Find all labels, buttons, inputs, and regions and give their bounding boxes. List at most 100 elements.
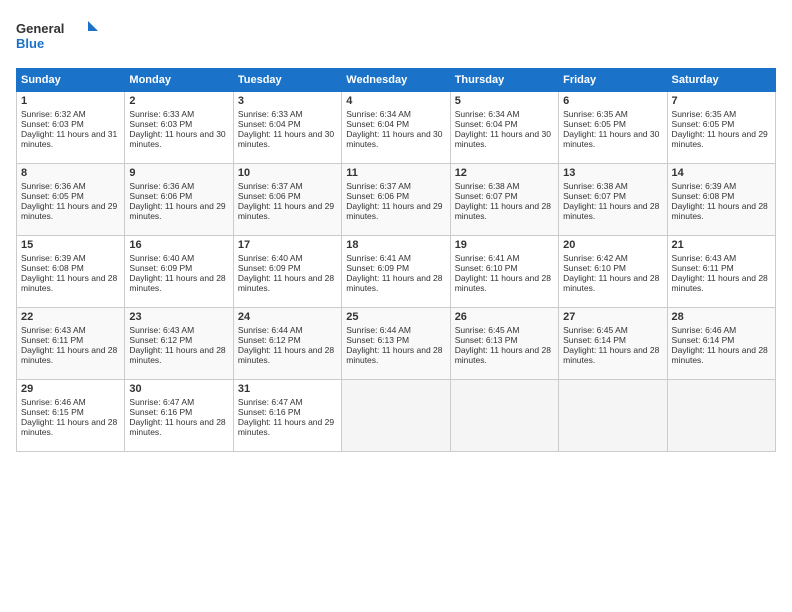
day-cell xyxy=(559,380,667,452)
sunset-text: Sunset: 6:06 PM xyxy=(346,191,409,201)
daylight-label: Daylight: 11 hours and 28 minutes. xyxy=(129,417,225,437)
day-cell: 30 Sunrise: 6:47 AMSunset: 6:16 PMDayligh… xyxy=(125,380,233,452)
day-cell: 9Sunrise: 6:36 AMSunset: 6:06 PMDaylight… xyxy=(125,164,233,236)
day-number: 30 xyxy=(129,383,228,395)
sunrise-text: Sunrise: 6:34 AM xyxy=(455,109,520,119)
svg-text:General: General xyxy=(16,21,64,36)
daylight-label: Daylight: 11 hours and 28 minutes. xyxy=(238,273,334,293)
daylight-label: Daylight: 11 hours and 30 minutes. xyxy=(129,129,225,149)
sunrise-text: Sunrise: 6:47 AM xyxy=(129,397,194,407)
day-cell: 8Sunrise: 6:36 AMSunset: 6:05 PMDaylight… xyxy=(17,164,125,236)
day-number: 25 xyxy=(346,311,445,323)
daylight-label: Daylight: 11 hours and 30 minutes. xyxy=(346,129,442,149)
sunrise-text: Sunrise: 6:46 AM xyxy=(21,397,86,407)
daylight-label: Daylight: 11 hours and 29 minutes. xyxy=(129,201,225,221)
day-cell: 17Sunrise: 6:40 AMSunset: 6:09 PMDayligh… xyxy=(233,236,341,308)
col-header-sunday: Sunday xyxy=(17,69,125,92)
sunrise-text: Sunrise: 6:45 AM xyxy=(455,325,520,335)
day-number: 12 xyxy=(455,167,554,179)
sunset-text: Sunset: 6:05 PM xyxy=(672,119,735,129)
sunset-text: Sunset: 6:06 PM xyxy=(238,191,301,201)
day-cell: 3Sunrise: 6:33 AMSunset: 6:04 PMDaylight… xyxy=(233,92,341,164)
sunrise-text: Sunrise: 6:39 AM xyxy=(672,181,737,191)
sunset-text: Sunset: 6:13 PM xyxy=(455,335,518,345)
daylight-label: Daylight: 11 hours and 28 minutes. xyxy=(563,345,659,365)
sunrise-text: Sunrise: 6:35 AM xyxy=(563,109,628,119)
sunset-text: Sunset: 6:10 PM xyxy=(563,263,626,273)
day-cell: 12Sunrise: 6:38 AMSunset: 6:07 PMDayligh… xyxy=(450,164,558,236)
day-number: 16 xyxy=(129,239,228,251)
day-number: 3 xyxy=(238,95,337,107)
sunset-text: Sunset: 6:13 PM xyxy=(346,335,409,345)
sunset-text: Sunset: 6:06 PM xyxy=(129,191,192,201)
day-cell: 18Sunrise: 6:41 AMSunset: 6:09 PMDayligh… xyxy=(342,236,450,308)
sunset-text: Sunset: 6:04 PM xyxy=(346,119,409,129)
sunrise-text: Sunrise: 6:38 AM xyxy=(563,181,628,191)
daylight-label: Daylight: 11 hours and 30 minutes. xyxy=(563,129,659,149)
page: General Blue SundayMondayTuesdayWednesda… xyxy=(0,0,792,612)
day-number: 21 xyxy=(672,239,771,251)
day-number: 28 xyxy=(672,311,771,323)
day-number: 10 xyxy=(238,167,337,179)
day-number: 22 xyxy=(21,311,120,323)
day-number: 4 xyxy=(346,95,445,107)
sunset-text: Sunset: 6:11 PM xyxy=(21,335,83,345)
sunrise-text: Sunrise: 6:44 AM xyxy=(238,325,303,335)
day-number: 6 xyxy=(563,95,662,107)
daylight-label: Daylight: 11 hours and 28 minutes. xyxy=(672,273,768,293)
day-number: 14 xyxy=(672,167,771,179)
sunset-text: Sunset: 6:03 PM xyxy=(129,119,192,129)
day-number: 17 xyxy=(238,239,337,251)
daylight-label: Daylight: 11 hours and 28 minutes. xyxy=(129,273,225,293)
sunrise-text: Sunrise: 6:37 AM xyxy=(346,181,411,191)
week-row-1: 1Sunrise: 6:32 AMSunset: 6:03 PMDaylight… xyxy=(17,92,776,164)
day-number: 11 xyxy=(346,167,445,179)
daylight-label: Daylight: 11 hours and 28 minutes. xyxy=(455,201,551,221)
day-number: 19 xyxy=(455,239,554,251)
day-number: 9 xyxy=(129,167,228,179)
col-header-tuesday: Tuesday xyxy=(233,69,341,92)
sunset-text: Sunset: 6:16 PM xyxy=(129,407,192,417)
sunrise-text: Sunrise: 6:43 AM xyxy=(21,325,86,335)
sunrise-text: Sunrise: 6:34 AM xyxy=(346,109,411,119)
day-cell: 5Sunrise: 6:34 AMSunset: 6:04 PMDaylight… xyxy=(450,92,558,164)
day-cell: 25Sunrise: 6:44 AMSunset: 6:13 PMDayligh… xyxy=(342,308,450,380)
day-cell: 13Sunrise: 6:38 AMSunset: 6:07 PMDayligh… xyxy=(559,164,667,236)
sunrise-text: Sunrise: 6:45 AM xyxy=(563,325,628,335)
sunrise-text: Sunrise: 6:47 AM xyxy=(238,397,303,407)
logo: General Blue xyxy=(16,16,106,56)
sunrise-text: Sunrise: 6:40 AM xyxy=(129,253,194,263)
day-cell: 27Sunrise: 6:45 AMSunset: 6:14 PMDayligh… xyxy=(559,308,667,380)
sunset-text: Sunset: 6:14 PM xyxy=(672,335,735,345)
day-cell: 4 Sunrise: 6:34 AMSunset: 6:04 PMDaylight… xyxy=(342,92,450,164)
sunrise-text: Sunrise: 6:35 AM xyxy=(672,109,737,119)
sunrise-text: Sunrise: 6:37 AM xyxy=(238,181,303,191)
day-number: 5 xyxy=(455,95,554,107)
col-header-friday: Friday xyxy=(559,69,667,92)
day-cell: 16Sunrise: 6:40 AMSunset: 6:09 PMDayligh… xyxy=(125,236,233,308)
day-cell: 24Sunrise: 6:44 AMSunset: 6:12 PMDayligh… xyxy=(233,308,341,380)
week-row-5: 29Sunrise: 6:46 AMSunset: 6:15 PMDayligh… xyxy=(17,380,776,452)
daylight-label: Daylight: 11 hours and 31 minutes. xyxy=(21,129,117,149)
sunset-text: Sunset: 6:08 PM xyxy=(672,191,735,201)
sunset-text: Sunset: 6:04 PM xyxy=(455,119,518,129)
daylight-label: Daylight: 11 hours and 28 minutes. xyxy=(672,345,768,365)
daylight-label: Daylight: 11 hours and 28 minutes. xyxy=(672,201,768,221)
daylight-label: Daylight: 11 hours and 28 minutes. xyxy=(563,273,659,293)
sunrise-text: Sunrise: 6:41 AM xyxy=(455,253,520,263)
sunset-text: Sunset: 6:04 PM xyxy=(238,119,301,129)
col-header-wednesday: Wednesday xyxy=(342,69,450,92)
sunrise-text: Sunrise: 6:43 AM xyxy=(129,325,194,335)
daylight-label: Daylight: 11 hours and 28 minutes. xyxy=(563,201,659,221)
sunset-text: Sunset: 6:03 PM xyxy=(21,119,84,129)
day-number: 8 xyxy=(21,167,120,179)
daylight-label: Daylight: 11 hours and 28 minutes. xyxy=(129,345,225,365)
day-number: 23 xyxy=(129,311,228,323)
day-number: 26 xyxy=(455,311,554,323)
sunrise-text: Sunrise: 6:43 AM xyxy=(672,253,737,263)
day-cell: 31Sunrise: 6:47 AMSunset: 6:16 PMDayligh… xyxy=(233,380,341,452)
sunset-text: Sunset: 6:12 PM xyxy=(129,335,192,345)
sunrise-text: Sunrise: 6:44 AM xyxy=(346,325,411,335)
sunrise-text: Sunrise: 6:39 AM xyxy=(21,253,86,263)
daylight-label: Daylight: 11 hours and 28 minutes. xyxy=(346,273,442,293)
